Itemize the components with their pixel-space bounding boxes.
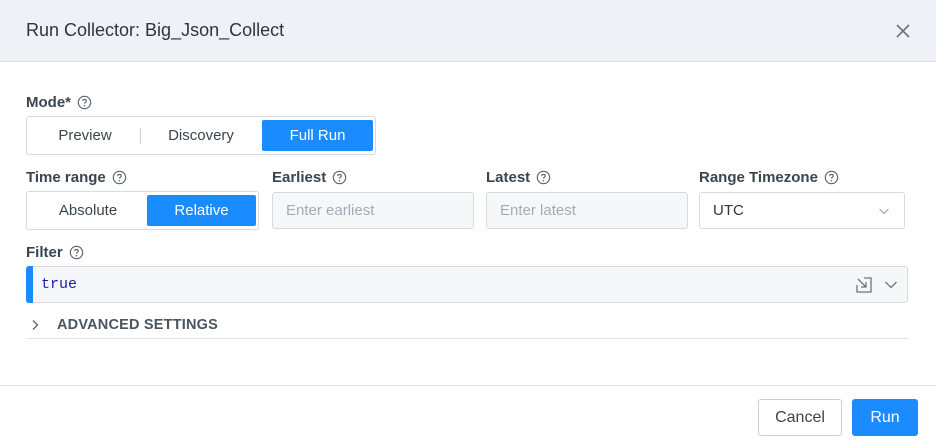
latest-label-text: Latest <box>486 169 531 186</box>
latest-input[interactable]: Enter latest <box>486 192 688 229</box>
mode-label: Mode* <box>26 94 92 111</box>
time-range-segmented-control: Absolute Relative <box>26 191 259 230</box>
mode-label-text: Mode* <box>26 94 71 111</box>
cancel-button[interactable]: Cancel <box>758 399 842 436</box>
mode-option-discovery[interactable]: Discovery <box>149 120 253 151</box>
time-range-option-relative[interactable]: Relative <box>147 195 256 226</box>
filter-expression-value[interactable]: true <box>41 276 77 293</box>
chevron-down-icon[interactable] <box>884 278 898 292</box>
advanced-settings-label: ADVANCED SETTINGS <box>57 317 219 333</box>
close-icon[interactable] <box>892 20 914 42</box>
range-timezone-select[interactable]: UTC <box>699 192 905 229</box>
chevron-right-icon <box>32 320 39 330</box>
mode-divider <box>140 128 141 144</box>
earliest-label-text: Earliest <box>272 169 327 186</box>
expand-editor-icon[interactable] <box>855 276 873 294</box>
help-icon[interactable] <box>332 170 347 185</box>
help-icon[interactable] <box>536 170 551 185</box>
advanced-settings-toggle[interactable]: ADVANCED SETTINGS <box>26 316 908 339</box>
help-icon[interactable] <box>77 95 92 110</box>
dialog-header: Run Collector: Big_Json_Collect <box>0 0 936 62</box>
help-icon[interactable] <box>69 245 84 260</box>
dialog-footer: Cancel Run <box>0 385 936 446</box>
filter-expression-editor[interactable]: true <box>26 266 908 303</box>
time-range-label-text: Time range <box>26 169 106 186</box>
help-icon[interactable] <box>112 170 127 185</box>
latest-label: Latest <box>486 169 551 186</box>
time-range-label: Time range <box>26 169 127 186</box>
filter-label-text: Filter <box>26 244 63 261</box>
filter-label: Filter <box>26 244 84 261</box>
time-range-option-absolute[interactable]: Absolute <box>30 195 146 226</box>
chevron-down-icon <box>879 208 889 215</box>
dialog-title: Run Collector: Big_Json_Collect <box>26 20 285 40</box>
filter-focus-bar <box>26 266 33 303</box>
range-timezone-value: UTC <box>713 202 744 219</box>
range-timezone-label: Range Timezone <box>699 169 839 186</box>
mode-option-preview[interactable]: Preview <box>30 120 140 151</box>
range-timezone-label-text: Range Timezone <box>699 169 818 186</box>
help-icon[interactable] <box>824 170 839 185</box>
mode-option-full-run[interactable]: Full Run <box>262 120 373 151</box>
earliest-label: Earliest <box>272 169 347 186</box>
earliest-input[interactable]: Enter earliest <box>272 192 474 229</box>
mode-segmented-control: Preview Discovery Full Run <box>26 116 376 155</box>
run-button[interactable]: Run <box>852 399 918 436</box>
